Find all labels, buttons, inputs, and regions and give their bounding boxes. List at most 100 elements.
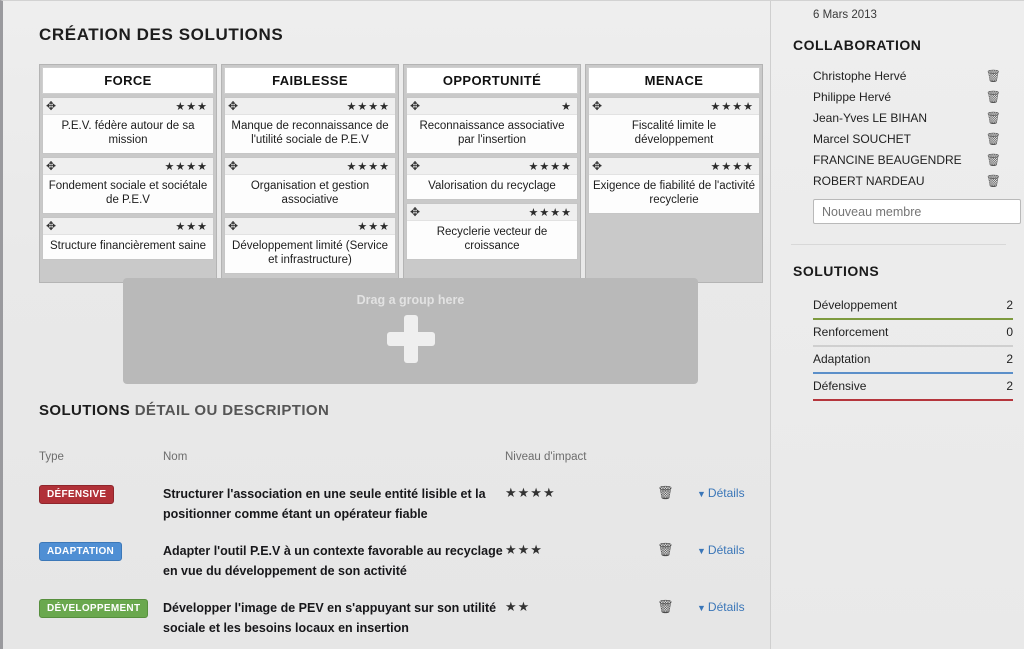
solution-stat-count: 0 — [1006, 325, 1013, 339]
solution-stat[interactable]: Développement 2 — [813, 293, 1013, 320]
move-icon[interactable]: ✥ — [410, 100, 420, 112]
member-name: FRANCINE BEAUGENDRE — [813, 152, 962, 167]
move-icon[interactable]: ✥ — [228, 160, 238, 172]
swot-card-text: Exigence de fiabilité de l'activité recy… — [593, 180, 756, 206]
swot-card-rating: ★★★★ — [346, 100, 390, 113]
swot-card-text: Organisation et gestion associative — [250, 180, 370, 206]
swot-card-rating: ★ — [561, 100, 572, 113]
swot-card-text: Structure financièrement saine — [50, 240, 206, 252]
swot-card[interactable]: ✥ ★★★★ Fiscalité limite le développement — [588, 97, 760, 154]
swot-column-header: FORCE — [42, 67, 214, 94]
swot-card[interactable]: ✥ ★★★★ Fondement sociale et sociétale de P… — [42, 157, 214, 214]
solution-stat-count: 2 — [1006, 352, 1013, 366]
move-icon[interactable]: ✥ — [46, 220, 56, 232]
details-link-label: Détails — [707, 543, 745, 557]
solution-stat-count: 2 — [1006, 298, 1013, 312]
swot-column-header: OPPORTUNITÉ — [406, 67, 578, 94]
swot-card-rating: ★★★★ — [528, 206, 572, 219]
main-content: CRÉATION DES SOLUTIONS FORCE ✥ ★★★ P.E.V. f… — [3, 1, 770, 649]
swot-column-header: MENACE — [588, 67, 760, 94]
swot-card-rating: ★★★ — [175, 220, 208, 233]
solution-stats-list: Développement 2 Renforcement 0 Adaptation 2 Dé… — [791, 293, 1013, 401]
move-icon[interactable]: ✥ — [228, 100, 238, 112]
swot-card[interactable]: ✥ ★ Reconnaissance associative par l'inser… — [406, 97, 578, 154]
trash-icon[interactable]: 🗑 — [986, 90, 1001, 104]
status-badge: DÉFENSIVE — [39, 485, 115, 504]
swot-card-toolbar: ✥ ★★★ — [43, 98, 213, 115]
swot-card-toolbar: ✥ ★★★★ — [589, 158, 759, 175]
trash-icon[interactable]: 🗑 — [657, 542, 674, 557]
trash-icon[interactable]: 🗑 — [657, 599, 674, 614]
swot-column-dropzone[interactable] — [588, 214, 760, 280]
trash-icon[interactable]: 🗑 — [986, 132, 1001, 146]
trash-icon[interactable]: 🗑 — [657, 485, 674, 500]
swot-card-toolbar: ✥ ★★★ — [43, 218, 213, 235]
details-link[interactable]: ▼ Détails — [697, 543, 745, 557]
swot-card-toolbar: ✥ ★★★★ — [407, 158, 577, 175]
solution-stat-bar — [813, 399, 1013, 401]
drop-zone[interactable]: Drag a group here — [123, 278, 698, 384]
trash-icon[interactable]: 🗑 — [986, 153, 1001, 167]
sidebar-divider — [791, 244, 1006, 245]
move-icon[interactable]: ✥ — [592, 160, 602, 172]
details-link[interactable]: ▼ Détails — [697, 486, 745, 500]
trash-icon[interactable]: 🗑 — [986, 69, 1001, 83]
cell-impact-rating: ★★★★ — [505, 485, 556, 500]
sidebar: 6 Mars 2013 COLLABORATION Christophe Her… — [770, 1, 1024, 649]
move-icon[interactable]: ✥ — [592, 100, 602, 112]
chevron-down-icon: ▼ — [697, 489, 706, 499]
solution-stat[interactable]: Adaptation 2 — [813, 347, 1013, 374]
list-item: Jean-Yves LE BIHAN 🗑 — [791, 107, 1006, 128]
list-item: Marcel SOUCHET 🗑 — [791, 128, 1006, 149]
swot-card[interactable]: ✥ ★★★★ Valorisation du recyclage — [406, 157, 578, 200]
swot-card-text: Développement limité (Service et infrast… — [232, 240, 388, 266]
swot-card[interactable]: ✥ ★★★★ Organisation et gestion associative — [224, 157, 396, 214]
swot-card-text: Fiscalité limite le développement — [631, 120, 717, 146]
move-icon[interactable]: ✥ — [228, 220, 238, 232]
column-header-type: Type — [39, 451, 64, 463]
swot-card-text: P.E.V. fédère autour de sa mission — [61, 120, 195, 146]
swot-card[interactable]: ✥ ★★★ Développement limité (Service et inf… — [224, 217, 396, 274]
cell-delete: 🗑 — [657, 598, 697, 616]
swot-card-rating: ★★★ — [357, 220, 390, 233]
swot-card[interactable]: ✥ ★★★★ Manque de reconnaissance de l'utili… — [224, 97, 396, 154]
move-icon[interactable]: ✥ — [46, 100, 56, 112]
swot-card[interactable]: ✥ ★★★★ Exigence de fiabilité de l'activité… — [588, 157, 760, 214]
new-member-input[interactable] — [813, 199, 1021, 224]
member-list: Christophe Hervé 🗑 Philippe Hervé 🗑 Jean-Yve… — [791, 65, 1006, 191]
swot-card-toolbar: ✥ ★★★★ — [225, 98, 395, 115]
collaboration-heading: COLLABORATION — [793, 37, 922, 53]
trash-icon[interactable]: 🗑 — [986, 111, 1001, 125]
chevron-down-icon: ▼ — [697, 546, 706, 556]
solution-stat[interactable]: Défensive 2 — [813, 374, 1013, 401]
cell-details: ▼ Détails — [697, 541, 759, 559]
solutions-table-header: Type Nom Niveau d'impact — [39, 451, 759, 473]
solution-stat-label: Adaptation — [813, 352, 871, 366]
move-icon[interactable]: ✥ — [410, 206, 420, 218]
swot-card[interactable]: ✥ ★★★ Structure financièrement saine — [42, 217, 214, 260]
solution-stat[interactable]: Renforcement 0 — [813, 320, 1013, 347]
solutions-table: Type Nom Niveau d'impact DÉFENSIVE Struct… — [39, 451, 759, 644]
trash-icon[interactable]: 🗑 — [986, 174, 1001, 188]
swot-column-header: FAIBLESSE — [224, 67, 396, 94]
plus-icon — [386, 315, 435, 363]
sidebar-date: 6 Mars 2013 — [813, 9, 877, 21]
details-link[interactable]: ▼ Détails — [697, 600, 745, 614]
solution-stat-row: Défensive 2 — [813, 374, 1013, 399]
swot-card-rating: ★★★★ — [710, 100, 754, 113]
swot-column-dropzone[interactable] — [42, 260, 214, 280]
swot-card[interactable]: ✥ ★★★ P.E.V. fédère autour de sa mission — [42, 97, 214, 154]
swot-card-toolbar: ✥ ★★★★ — [407, 204, 577, 221]
list-item: Christophe Hervé 🗑 — [791, 65, 1006, 86]
swot-column: FORCE ✥ ★★★ P.E.V. fédère autour de sa miss… — [39, 64, 217, 283]
swot-column: OPPORTUNITÉ ✥ ★ Reconnaissance associative … — [403, 64, 581, 283]
solution-stat-row: Développement 2 — [813, 293, 1013, 318]
swot-card-toolbar: ✥ ★★★★ — [589, 98, 759, 115]
swot-column-dropzone[interactable] — [406, 260, 578, 280]
move-icon[interactable]: ✥ — [410, 160, 420, 172]
table-row: DÉFENSIVE Structurer l'association en une… — [39, 473, 759, 530]
swot-card[interactable]: ✥ ★★★★ Recyclerie vecteur de croissance — [406, 203, 578, 260]
solution-stat-label: Renforcement — [813, 325, 889, 339]
solutions-detail-title-bold: SOLUTIONS — [39, 402, 131, 419]
move-icon[interactable]: ✥ — [46, 160, 56, 172]
